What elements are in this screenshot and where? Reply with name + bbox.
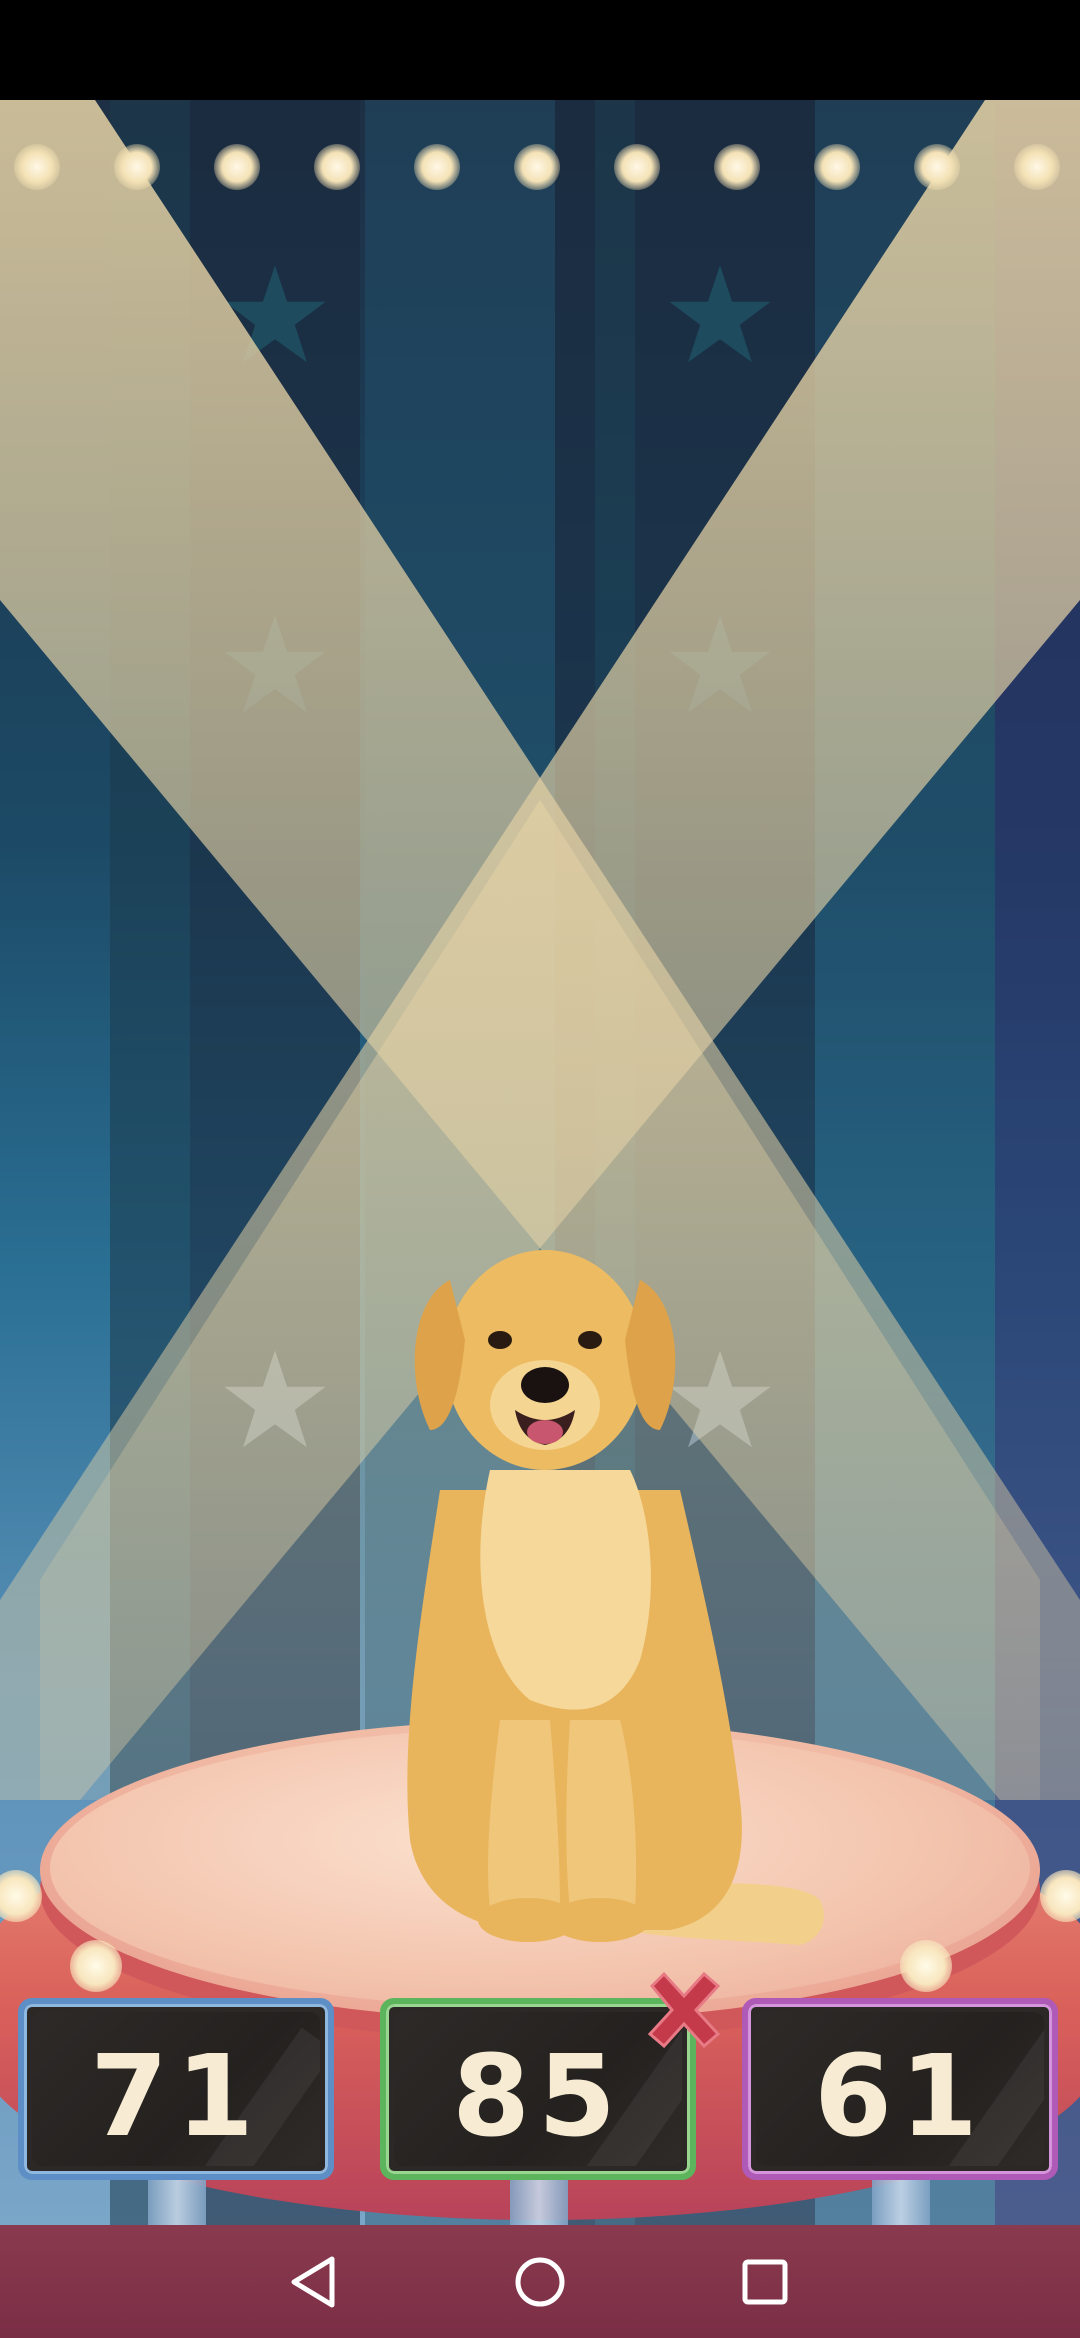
stage-light-bulb <box>214 144 260 190</box>
stage-light-bulb <box>814 144 860 190</box>
cross-icon <box>647 1971 721 2049</box>
judge-score-value: 61 <box>814 2032 986 2162</box>
judge-score-panel-1: 71 <box>18 1998 334 2180</box>
platform-light-bulb <box>70 1940 122 1992</box>
score-panel-screen: 71 <box>32 2012 320 2166</box>
stage-light-bulb <box>114 144 160 190</box>
stage-light-bulb <box>414 144 460 190</box>
judge-score-value: 85 <box>452 2032 624 2162</box>
performance-stage <box>0 100 1080 2225</box>
game-screen: 71 85 61 <box>0 0 1080 2338</box>
stage-light-bulb <box>514 144 560 190</box>
golden-retriever-dog[interactable] <box>380 1240 850 1960</box>
judge-score-value: 71 <box>90 2032 262 2162</box>
stage-light-bulb <box>714 144 760 190</box>
recents-square-icon[interactable] <box>730 2247 800 2317</box>
score-panel-screen: 61 <box>756 2012 1044 2166</box>
stage-light-bulb <box>614 144 660 190</box>
judge-score-panel-3: 61 <box>742 1998 1058 2180</box>
home-circle-icon[interactable] <box>505 2247 575 2317</box>
score-panel-screen: 85 <box>394 2012 682 2166</box>
navigation-bar <box>0 2225 1080 2338</box>
status-bar <box>0 0 1080 100</box>
stage-light-bulb <box>1014 144 1060 190</box>
platform-light-bulb <box>900 1940 952 1992</box>
stage-light-bulb <box>14 144 60 190</box>
stage-light-bulb <box>914 144 960 190</box>
back-triangle-icon[interactable] <box>280 2247 350 2317</box>
stage-light-bulb <box>314 144 360 190</box>
